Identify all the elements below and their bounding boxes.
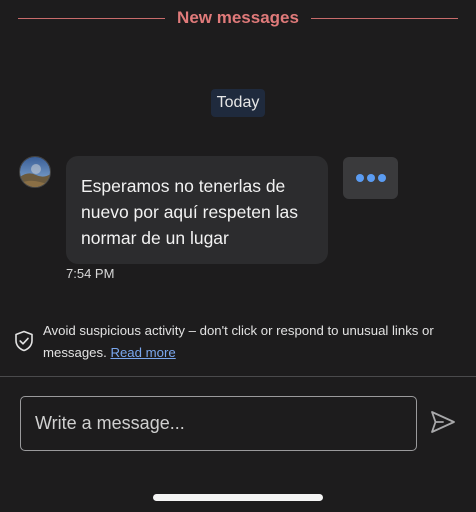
divider-line-right: [310, 17, 458, 19]
message-timestamp: 7:54 PM: [66, 266, 115, 281]
new-messages-divider: New messages: [18, 6, 458, 30]
home-indicator[interactable]: [153, 494, 323, 501]
read-more-link[interactable]: Read more: [110, 345, 175, 360]
warning-text: Avoid suspicious activity – don't click …: [43, 323, 434, 360]
dot: [377, 174, 386, 182]
new-messages-label: New messages: [177, 8, 299, 27]
dot: [366, 174, 375, 182]
chat-screen: New messages Today Esperamos no tenerlas…: [0, 0, 476, 512]
message-bubble[interactable]: Esperamos no tenerlas de nuevo por aquí …: [66, 156, 328, 264]
composer-divider: [0, 376, 476, 377]
dot: [355, 174, 364, 182]
safety-warning: Avoid suspicious activity – don't click …: [43, 320, 453, 364]
message-input[interactable]: [20, 396, 417, 451]
divider-line-left: [18, 17, 166, 19]
shield-check-icon: [14, 330, 34, 352]
send-icon[interactable]: [428, 407, 458, 437]
more-dots-icon[interactable]: [343, 157, 398, 199]
date-pill: Today: [211, 89, 265, 117]
avatar[interactable]: [19, 156, 51, 188]
